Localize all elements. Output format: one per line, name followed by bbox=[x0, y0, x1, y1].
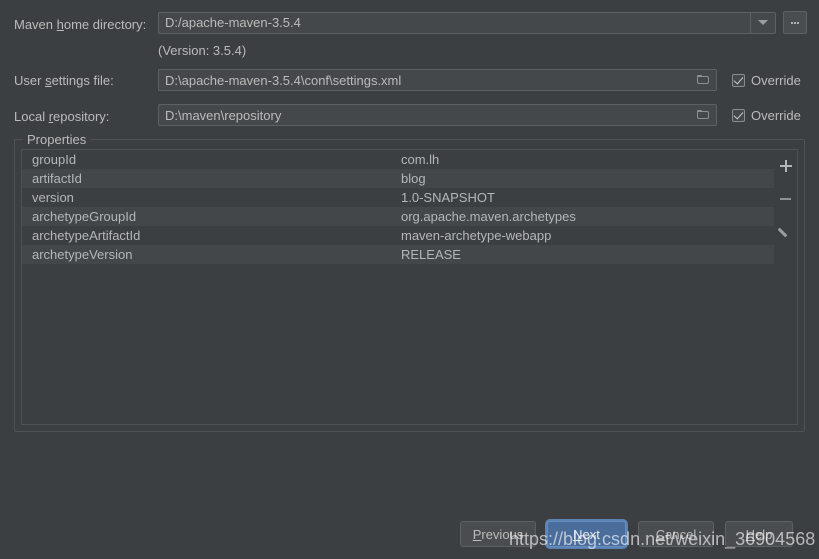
ellipsis-icon bbox=[791, 21, 793, 24]
local-repository-override-label: Override bbox=[751, 107, 801, 123]
local-repository-label-post: epository: bbox=[53, 109, 110, 124]
edit-property-button[interactable] bbox=[776, 222, 796, 242]
property-key: groupId bbox=[32, 152, 77, 167]
property-value: 1.0-SNAPSHOT bbox=[401, 190, 495, 205]
table-row[interactable]: artifactId blog bbox=[22, 169, 777, 188]
minus-icon bbox=[780, 198, 791, 200]
chevron-down-icon bbox=[758, 20, 768, 25]
maven-home-browse-button[interactable] bbox=[783, 11, 807, 34]
user-settings-override-label: Override bbox=[751, 72, 801, 88]
local-repository-input[interactable]: D:\maven\repository bbox=[158, 104, 691, 126]
maven-home-label-post: ome directory: bbox=[63, 17, 147, 32]
checkbox-checked-icon bbox=[732, 73, 745, 87]
maven-home-value: D:/apache-maven-3.5.4 bbox=[165, 15, 301, 30]
table-row[interactable]: archetypeArtifactId maven-archetype-weba… bbox=[22, 226, 777, 245]
maven-version-note: (Version: 3.5.4) bbox=[158, 43, 247, 58]
add-property-button[interactable] bbox=[776, 156, 796, 176]
property-value: RELEASE bbox=[401, 247, 461, 262]
property-key: archetypeVersion bbox=[32, 247, 133, 262]
folder-icon bbox=[697, 75, 710, 85]
maven-home-label-pre: Maven bbox=[14, 17, 57, 32]
property-key: archetypeArtifactId bbox=[32, 228, 141, 243]
ellipsis-icon bbox=[797, 21, 799, 24]
local-repository-browse-button[interactable] bbox=[691, 104, 717, 126]
table-row[interactable]: version 1.0-SNAPSHOT bbox=[22, 188, 777, 207]
maven-home-input[interactable]: D:/apache-maven-3.5.4 bbox=[158, 11, 750, 34]
watermark-text: https://blog.csdn.net/weixin_36904568 bbox=[509, 529, 816, 549]
property-value: blog bbox=[401, 171, 426, 186]
remove-property-button[interactable] bbox=[776, 189, 796, 209]
pencil-icon bbox=[780, 226, 792, 238]
local-repository-label-pre: Local bbox=[14, 109, 49, 124]
plus-icon bbox=[779, 160, 792, 172]
table-row[interactable]: archetypeVersion RELEASE bbox=[22, 245, 777, 264]
table-row[interactable]: archetypeGroupId org.apache.maven.archet… bbox=[22, 207, 777, 226]
property-key: version bbox=[32, 190, 74, 205]
table-row[interactable]: groupId com.lh bbox=[22, 150, 777, 169]
user-settings-override-checkbox[interactable]: Override bbox=[732, 73, 801, 88]
user-settings-value: D:\apache-maven-3.5.4\conf\settings.xml bbox=[165, 72, 402, 88]
property-value: maven-archetype-webapp bbox=[401, 228, 552, 243]
user-settings-input[interactable]: D:\apache-maven-3.5.4\conf\settings.xml bbox=[158, 69, 691, 91]
user-settings-browse-button[interactable] bbox=[691, 69, 717, 91]
user-settings-label-post: ettings file: bbox=[51, 73, 114, 88]
folder-icon bbox=[697, 110, 710, 120]
local-repository-label: Local repository: bbox=[14, 109, 154, 124]
checkbox-checked-icon bbox=[732, 108, 745, 122]
local-repository-value: D:\maven\repository bbox=[165, 107, 282, 123]
properties-group-title: Properties bbox=[23, 132, 91, 147]
property-value: org.apache.maven.archetypes bbox=[401, 209, 576, 224]
properties-group: Properties groupId com.lh artifactId blo… bbox=[14, 132, 805, 432]
property-key: artifactId bbox=[32, 171, 82, 186]
maven-settings-dialog: Maven home directory: D:/apache-maven-3.… bbox=[0, 0, 819, 559]
user-settings-label: User settings file: bbox=[14, 73, 154, 88]
properties-table[interactable]: groupId com.lh artifactId blog version 1… bbox=[21, 149, 778, 425]
maven-home-dropdown-button[interactable] bbox=[750, 11, 776, 34]
property-key: archetypeGroupId bbox=[32, 209, 137, 224]
properties-toolbar bbox=[774, 149, 798, 425]
maven-home-label: Maven home directory: bbox=[14, 17, 154, 32]
maven-home-label-mnemonic: h bbox=[56, 17, 64, 32]
property-value: com.lh bbox=[401, 152, 440, 167]
user-settings-label-pre: User bbox=[14, 73, 46, 88]
local-repository-override-checkbox[interactable]: Override bbox=[732, 108, 801, 123]
ellipsis-icon bbox=[794, 21, 796, 24]
